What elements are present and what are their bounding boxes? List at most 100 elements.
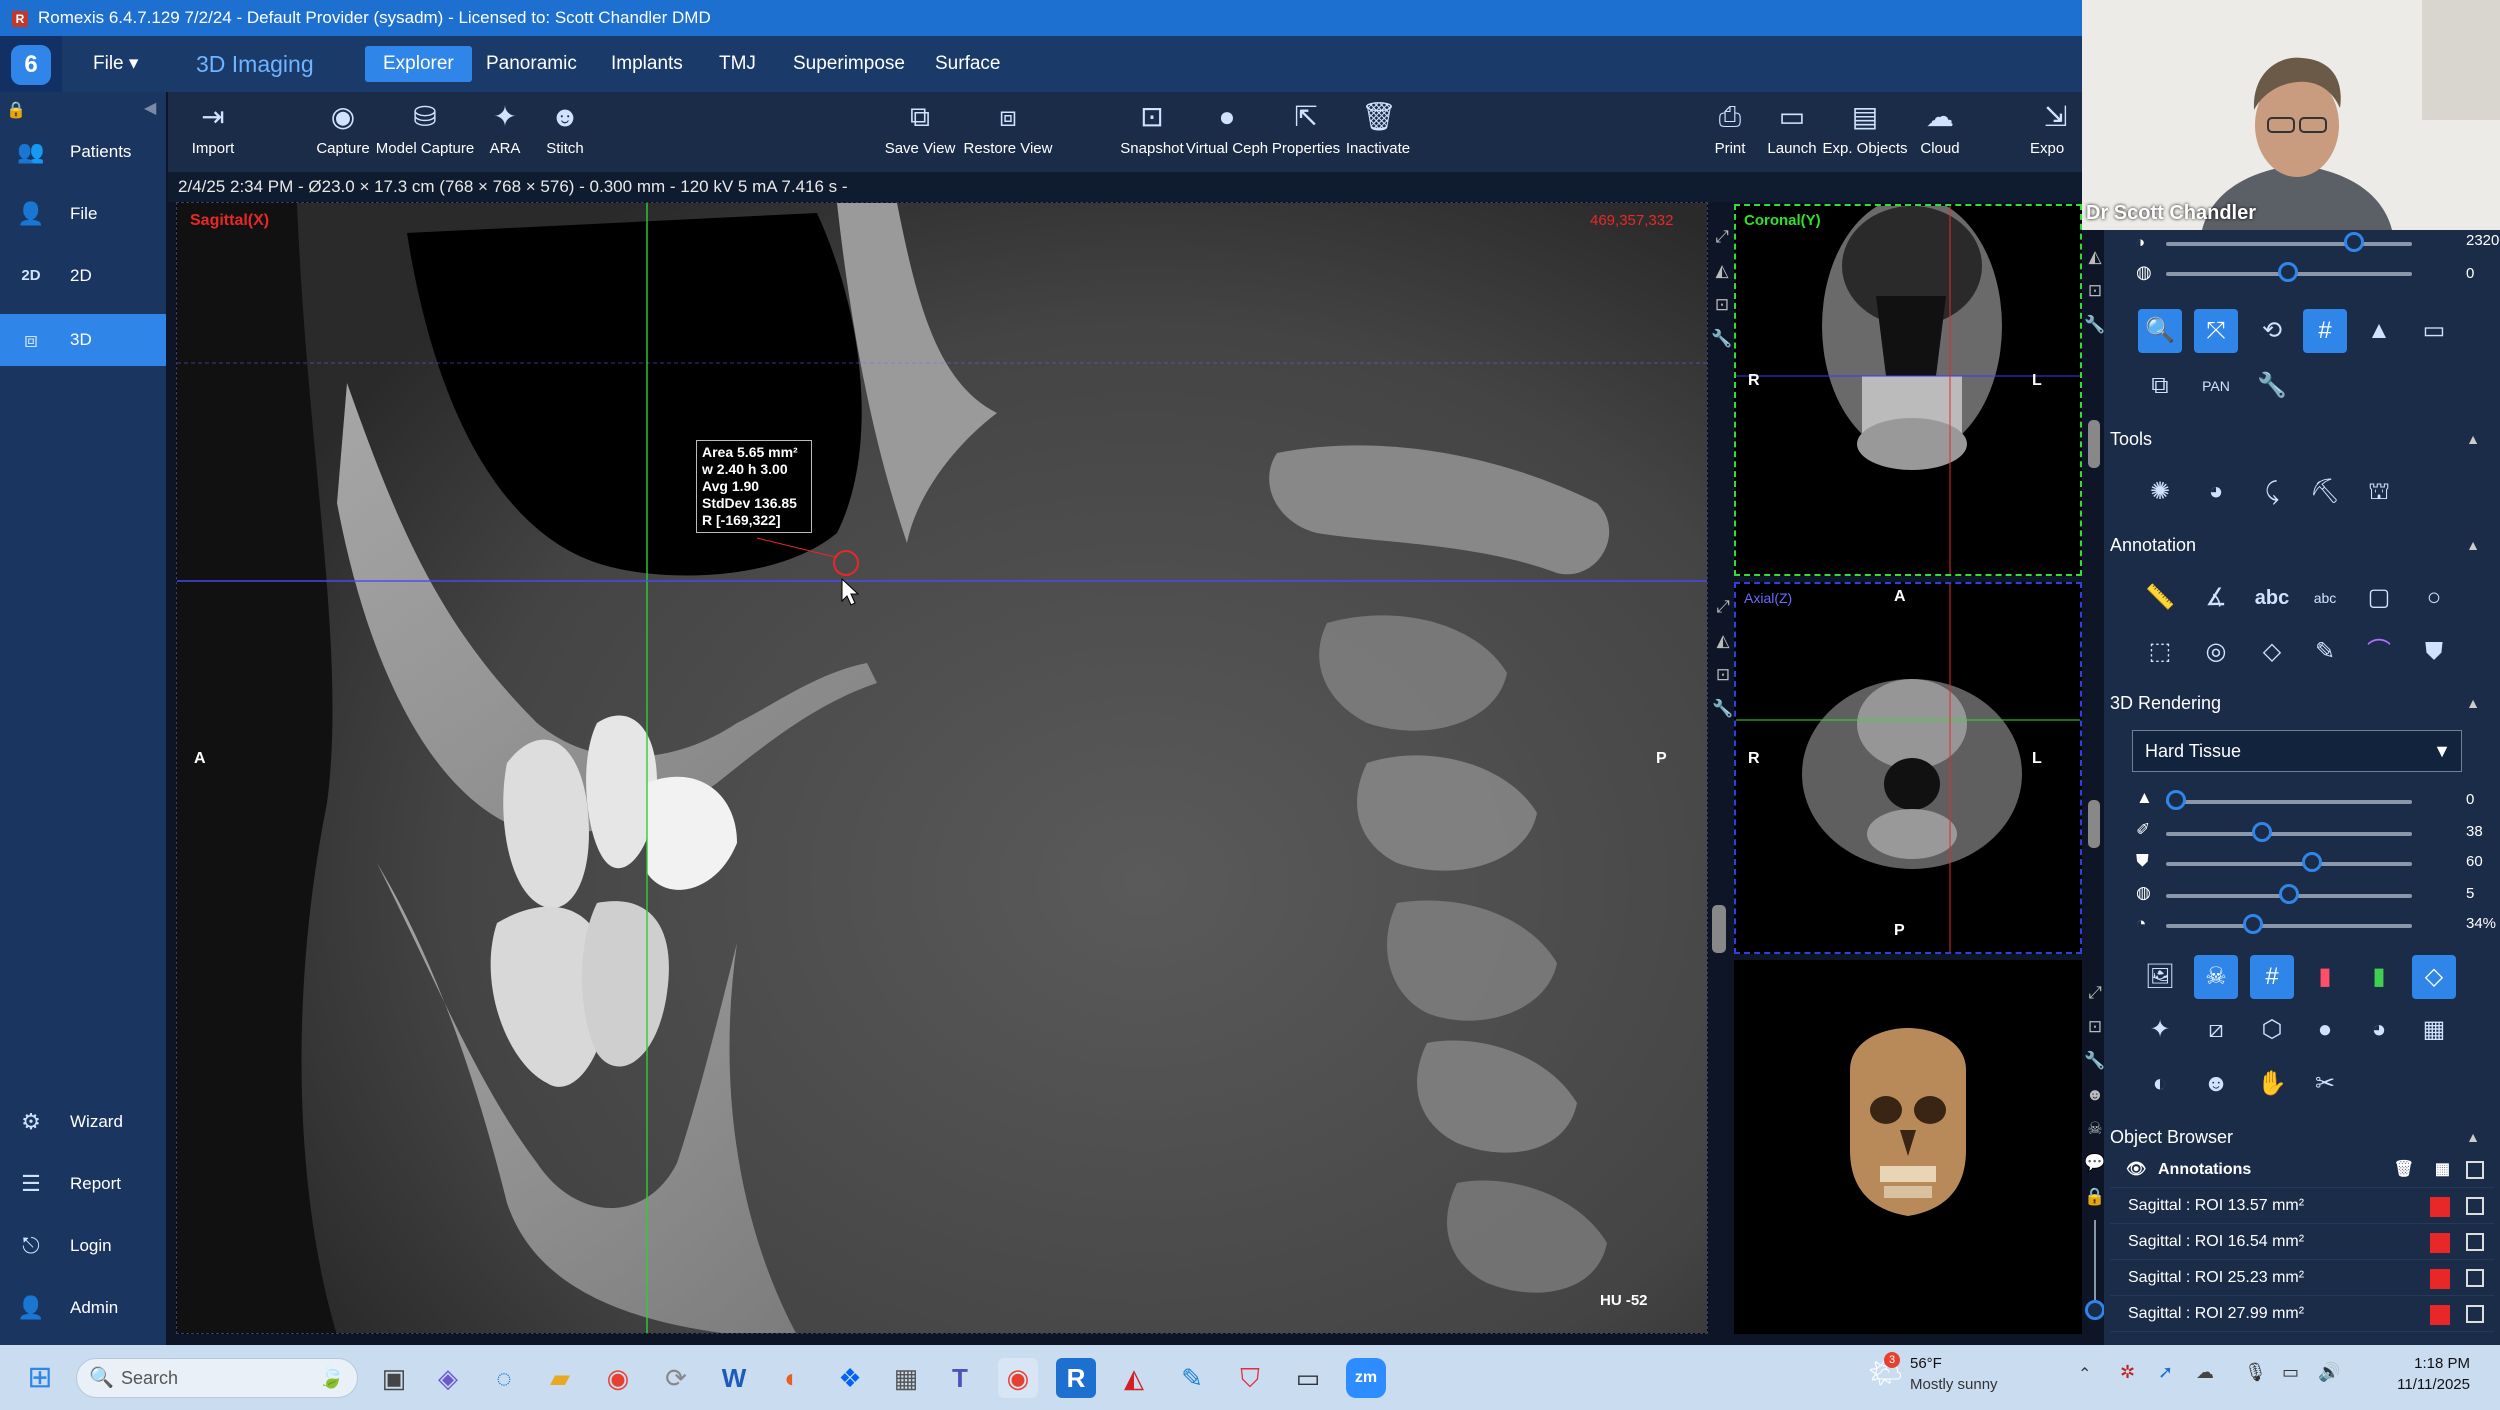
collapse-icon[interactable]: ◀ xyxy=(144,98,156,118)
list-item[interactable]: Sagittal : ROI 16.54 mm² xyxy=(2110,1224,2494,1260)
freehand-icon[interactable]: ✎ xyxy=(2303,630,2347,674)
capture-button[interactable]: ◉ Capture xyxy=(303,100,383,157)
green-plane-icon[interactable]: ▮ xyxy=(2357,955,2401,999)
file-explorer-icon[interactable]: ▰ xyxy=(540,1358,580,1398)
rendering-preset-select[interactable]: Hard Tissue ▼ xyxy=(2132,730,2462,772)
trash-icon[interactable]: 🗑 xyxy=(2394,1152,2414,1188)
picture-icon[interactable]: 🖼 xyxy=(2138,955,2182,999)
launch-button[interactable]: ▭ Launch xyxy=(1752,100,1832,157)
wrench-icon[interactable]: 🔧 xyxy=(1712,692,1734,726)
brush-edit-icon[interactable]: ✂ xyxy=(2303,1062,2347,1106)
calculator-icon[interactable]: ▦ xyxy=(886,1358,926,1398)
sidebar-item-3d[interactable]: ⧈ 3D xyxy=(0,314,166,366)
coronal-scrollbar[interactable] xyxy=(2088,420,2100,468)
clock-date[interactable]: 11/11/2025 xyxy=(2370,1376,2470,1393)
head-cut-icon[interactable]: ◕ xyxy=(2357,1008,2401,1052)
coronal-view[interactable] xyxy=(1734,204,2082,576)
tray-app-icon[interactable]: ✲ xyxy=(2120,1362,2135,1383)
clock-time[interactable]: 1:18 PM xyxy=(2380,1355,2470,1372)
annotation-section-header[interactable]: Annotation ▲ xyxy=(2110,530,2490,560)
gain-slider-knob[interactable] xyxy=(2344,232,2364,252)
drawing-icon[interactable]: ✎ xyxy=(1172,1358,1212,1398)
rect-roi-icon[interactable]: ⬚ xyxy=(2138,630,2182,674)
sculpt-icon[interactable]: ✺ xyxy=(2138,470,2182,514)
acrobat-icon[interactable]: ◭ xyxy=(1114,1358,1154,1398)
virtual-ceph-button[interactable]: ● Virtual Ceph xyxy=(1184,100,1270,157)
list-item[interactable]: Sagittal : ROI 13.57 mm² xyxy=(2110,1188,2494,1224)
airway-icon[interactable]: ◕ xyxy=(2194,470,2238,514)
sphere-icon[interactable]: ● xyxy=(2303,1008,2347,1052)
head-icon[interactable]: ☻ xyxy=(2194,1062,2238,1106)
dropbox-icon[interactable]: ❖ xyxy=(830,1358,870,1398)
app-icon[interactable]: ⟳ xyxy=(656,1358,696,1398)
expand-icon[interactable]: ⤢ xyxy=(1710,220,1734,254)
render-slider-track[interactable] xyxy=(2166,800,2412,804)
wrench-icon[interactable]: 🔧 xyxy=(2084,1044,2106,1078)
brightness-icon[interactable]: ◭ xyxy=(2084,240,2106,274)
tray-arrow-icon[interactable]: ➚ xyxy=(2158,1362,2173,1383)
circle-roi-icon[interactable]: ◎ xyxy=(2194,630,2238,674)
red-plane-icon[interactable]: ▮ xyxy=(2303,955,2347,999)
object-checkbox[interactable] xyxy=(2466,1269,2484,1287)
gain-slider-track[interactable] xyxy=(2166,242,2412,246)
tab-explorer[interactable]: Explorer xyxy=(365,46,472,82)
tab-panoramic[interactable]: Panoramic xyxy=(486,36,577,92)
circle-icon[interactable]: ○ xyxy=(2412,576,2456,620)
color-swatch[interactable] xyxy=(2430,1305,2450,1325)
grid-icon[interactable]: # xyxy=(2303,309,2347,353)
nerve-icon[interactable]: ⤹ xyxy=(2250,470,2294,514)
sparkle-icon[interactable]: ✦ xyxy=(2138,1008,2182,1052)
exp-objects-button[interactable]: ▤ Exp. Objects xyxy=(1822,100,1908,157)
implant-icon[interactable]: ⛏ xyxy=(2303,470,2347,514)
expand-icon[interactable]: ⤢ xyxy=(1712,590,1734,624)
wrench-icon[interactable]: 🔧 xyxy=(1710,322,1734,356)
object-checkbox[interactable] xyxy=(2466,1197,2484,1215)
search-box[interactable]: 🔍 Search 🍃 xyxy=(76,1358,358,1398)
chrome-icon[interactable]: ◉ xyxy=(598,1358,638,1398)
zoom-icon[interactable]: 🔍 xyxy=(2138,309,2182,353)
word-icon[interactable]: W xyxy=(714,1358,754,1398)
tab-surface[interactable]: Surface xyxy=(935,36,1000,92)
shield-icon[interactable]: ⛉ xyxy=(1230,1358,1270,1398)
text-icon[interactable]: abc xyxy=(2250,576,2294,620)
tools-section-header[interactable]: Tools ▲ xyxy=(2110,424,2490,454)
export-button[interactable]: ⇲ Expo xyxy=(2030,100,2082,157)
color-swatch[interactable] xyxy=(2430,1197,2450,1217)
palette-grid-icon[interactable]: ▦ xyxy=(2412,1008,2456,1052)
tab-implants[interactable]: Implants xyxy=(611,36,683,92)
tab-tmj[interactable]: TMJ xyxy=(719,36,756,92)
network-icon[interactable]: ▭ xyxy=(2282,1362,2299,1383)
properties-button[interactable]: ⇱ Properties xyxy=(1266,100,1346,157)
sidebar-item-wizard[interactable]: ⚙ Wizard xyxy=(0,1096,166,1148)
palette-icon[interactable]: ▦ xyxy=(2435,1152,2450,1188)
camera-icon[interactable]: ⊡ xyxy=(1712,658,1734,692)
teams-icon[interactable]: T xyxy=(940,1358,980,1398)
render-slider-knob[interactable] xyxy=(2279,884,2299,904)
eye-icon[interactable]: 👁 xyxy=(2126,1152,2146,1188)
annotations-checkbox[interactable] xyxy=(2466,1161,2484,1179)
file-menu[interactable]: File ▾ xyxy=(93,36,138,92)
eraser-icon[interactable]: ◇ xyxy=(2250,630,2294,674)
list-item[interactable]: Sagittal : ROI 27.99 mm² xyxy=(2110,1296,2494,1332)
frame-icon[interactable]: ▭ xyxy=(2412,309,2456,353)
contrast-slider-knob[interactable] xyxy=(2278,262,2298,282)
brightness-icon[interactable]: ◭ xyxy=(1712,624,1734,658)
sidebar-item-report[interactable]: ☰ Report xyxy=(0,1158,166,1210)
inactivate-button[interactable]: 🗑 Inactivate xyxy=(1338,100,1418,157)
annotations-group-row[interactable]: 👁 Annotations 🗑 ▦ xyxy=(2110,1152,2494,1188)
save-view-button[interactable]: ⧉ Save View xyxy=(880,100,960,157)
3d-rendering-section-header[interactable]: 3D Rendering ▲ xyxy=(2110,688,2490,718)
grid-icon[interactable]: # xyxy=(2250,955,2294,999)
pan-icon[interactable]: PAN xyxy=(2194,364,2238,408)
object-browser-section-header[interactable]: Object Browser ▲ xyxy=(2110,1122,2490,1152)
render-slider-knob[interactable] xyxy=(2301,852,2322,872)
color-swatch[interactable] xyxy=(2430,1233,2450,1253)
task-view-icon[interactable]: ▣ xyxy=(374,1358,414,1398)
tooth-icon[interactable]: ⛊ xyxy=(2412,630,2456,674)
wrench-icon[interactable]: 🔧 xyxy=(2084,308,2106,342)
lock-icon[interactable]: 🔒 xyxy=(6,100,26,120)
layer-icon[interactable]: ◇ xyxy=(2412,955,2456,999)
camera-icon[interactable]: ⊡ xyxy=(2084,1010,2106,1044)
render-slider-track[interactable] xyxy=(2166,862,2412,866)
render-slider-knob[interactable] xyxy=(2242,914,2263,934)
